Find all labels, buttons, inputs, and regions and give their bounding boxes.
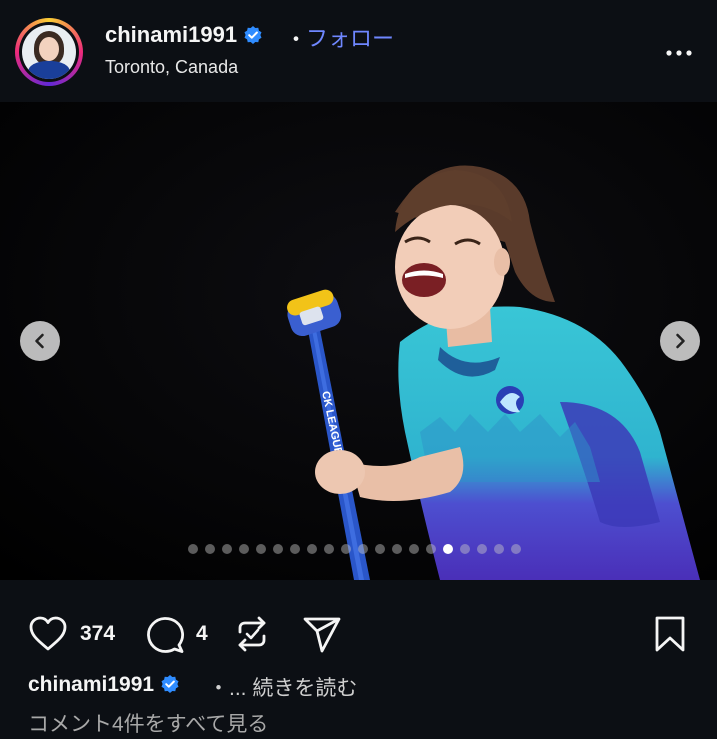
chevron-left-icon bbox=[35, 333, 44, 349]
like-heart-icon[interactable] bbox=[28, 615, 68, 653]
slide-dot bbox=[273, 544, 283, 554]
slide-dot bbox=[188, 544, 198, 554]
previous-slide-button[interactable] bbox=[20, 321, 60, 361]
bookmark-icon[interactable] bbox=[653, 615, 687, 653]
share-send-icon[interactable] bbox=[302, 615, 342, 655]
slide-dot bbox=[307, 544, 317, 554]
comment-count[interactable]: 4 bbox=[196, 622, 208, 646]
post-actions: 374 4 chinami1991 ・... 続きを読む コメント4件をすべて見… bbox=[0, 580, 717, 739]
slide-dot bbox=[511, 544, 521, 554]
caption-text: ・... 続きを読む bbox=[208, 677, 358, 700]
slide-dot bbox=[324, 544, 334, 554]
profile-avatar[interactable] bbox=[15, 18, 83, 86]
more-options-icon[interactable] bbox=[664, 38, 694, 68]
comment-icon[interactable] bbox=[145, 615, 185, 655]
read-more-link[interactable]: 続きを読む bbox=[252, 677, 357, 700]
like-count[interactable]: 374 bbox=[80, 622, 115, 646]
post-username[interactable]: chinami1991 bbox=[105, 22, 263, 48]
slide-dot bbox=[477, 544, 487, 554]
verified-badge-icon bbox=[161, 675, 179, 693]
next-slide-button[interactable] bbox=[660, 321, 700, 361]
slide-dot bbox=[341, 544, 351, 554]
slide-dot bbox=[358, 544, 368, 554]
post-location[interactable]: Toronto, Canada bbox=[105, 57, 238, 78]
curling-player-photo: CK LEAGUE bbox=[0, 102, 717, 580]
slide-dot bbox=[222, 544, 232, 554]
post-photo[interactable]: CK LEAGUE bbox=[0, 102, 717, 580]
verified-badge-icon bbox=[244, 26, 262, 44]
slide-dot bbox=[256, 544, 266, 554]
slide-dot bbox=[460, 544, 470, 554]
header-separator: ・ bbox=[285, 27, 308, 52]
follow-button[interactable]: フォロー bbox=[306, 21, 394, 53]
slide-dot bbox=[375, 544, 385, 554]
caption-username[interactable]: chinami1991 bbox=[28, 673, 180, 697]
slide-dot bbox=[443, 544, 453, 554]
slide-dot bbox=[409, 544, 419, 554]
slide-dot bbox=[290, 544, 300, 554]
slide-dot bbox=[239, 544, 249, 554]
post-header: chinami1991 ・ フォロー Toronto, Canada bbox=[0, 0, 717, 102]
chevron-right-icon bbox=[676, 333, 685, 349]
slide-dot bbox=[205, 544, 215, 554]
slide-dot bbox=[392, 544, 402, 554]
view-all-comments-link[interactable]: コメント4件をすべて見る bbox=[28, 708, 268, 738]
slide-indicator bbox=[188, 544, 521, 554]
slide-dot bbox=[494, 544, 504, 554]
slide-dot bbox=[426, 544, 436, 554]
repost-icon[interactable] bbox=[232, 614, 272, 654]
